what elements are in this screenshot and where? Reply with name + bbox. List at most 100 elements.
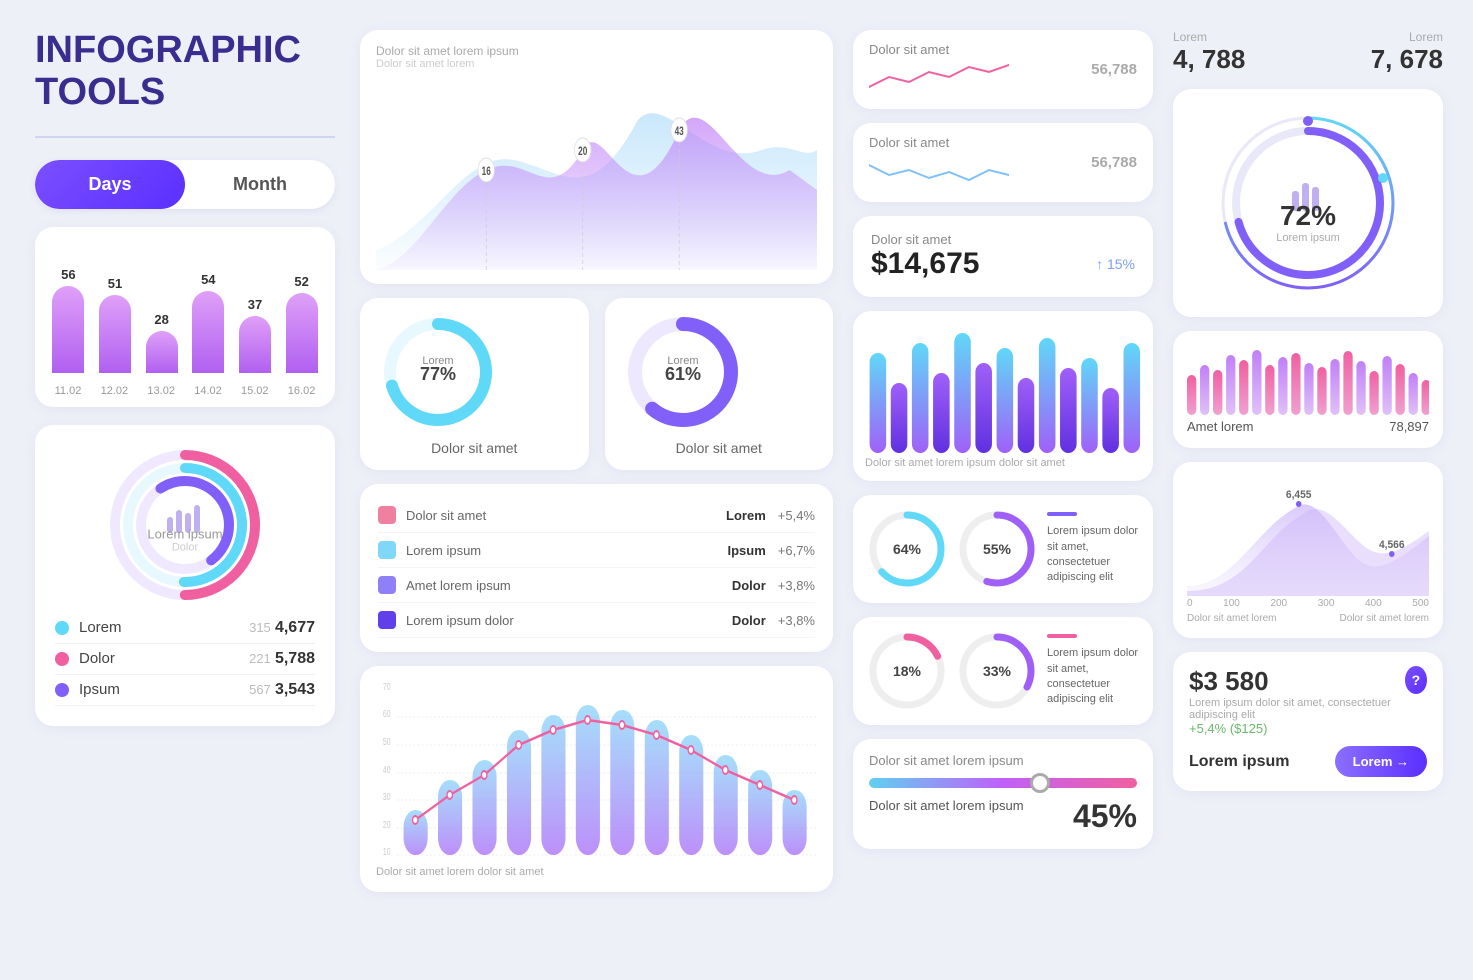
donut-wrapper: Lorem ipsum Dolor (105, 445, 265, 605)
circle-1: 64% (867, 509, 947, 589)
legend-color-box (378, 506, 396, 524)
money-desc: Lorem ipsum dolor sit amet, consectetuer… (1189, 697, 1405, 721)
mini-bar-card: Amet lorem 78,897 (1173, 331, 1443, 448)
legend-dot (55, 621, 69, 635)
stat-1: Lorem 4, 788 (1173, 30, 1245, 75)
bar-chart-section: 565128543752 11.0212.0213.0214.0215.0216… (35, 227, 335, 407)
slider-track[interactable] (869, 778, 1137, 788)
bar-item-4: 37 (239, 297, 271, 372)
svg-text:30: 30 (383, 791, 391, 803)
legend-label: Ipsum (79, 681, 245, 698)
bar-dates: 11.0212.0213.0214.0215.0216.02 (45, 381, 325, 397)
column-3: Dolor sit amet 56,788 Dolor sit amet 56,… (843, 20, 1163, 960)
days-button[interactable]: Days (35, 160, 185, 209)
donut-card-2: Lorem 61% Dolor sit amet (605, 298, 834, 470)
circles-row-2: 18% 33% Lorem ipsum dolor sit amet, cons… (853, 617, 1153, 725)
donut-center: Lorem ipsum Dolor (147, 496, 222, 553)
slider-thumb[interactable] (1030, 773, 1050, 793)
vertical-bars-card: Dolor sit amet lorem ipsum dolor sit ame… (853, 311, 1153, 481)
column-2: Dolor sit amet lorem ipsum Dolor sit ame… (350, 20, 843, 960)
svg-text:16: 16 (482, 166, 491, 179)
legend-val: 5,788 (275, 650, 315, 668)
donut-main-sub: Dolor (147, 541, 222, 553)
area-chart-label: Dolor sit amet lorem ipsum (376, 44, 817, 58)
donut-section: Lorem ipsum Dolor Lorem 315 4,677 Dolor … (35, 425, 335, 726)
stat-row: Lorem 4, 788 Lorem 7, 678 (1173, 30, 1443, 75)
big-stat-change: ↑ 15% (1096, 256, 1135, 272)
lt-percent: +6,7% (778, 543, 815, 558)
donut-card-2-label: Dolor sit amet (623, 440, 816, 456)
big-stat-label: Dolor sit amet (871, 232, 1135, 247)
donut-card-1-label: Dolor sit amet (378, 440, 571, 456)
slider-card: Dolor sit amet lorem ipsum Dolor sit ame… (853, 739, 1153, 849)
area-chart-card: Dolor sit amet lorem ipsum Dolor sit ame… (360, 30, 833, 284)
stat-1-value: 4, 788 (1173, 44, 1245, 75)
legend-table-row: Dolor sit amet Lorem +5,4% (378, 498, 815, 533)
mb-value: 78,897 (1389, 419, 1429, 434)
area2-x-labels: 0100200300400500 (1187, 598, 1429, 609)
circle-desc-1: Lorem ipsum dolor sit amet, consectetuer… (1047, 509, 1139, 589)
money-value: $3 580 (1189, 666, 1405, 697)
svg-text:61%: 61% (664, 364, 700, 384)
big-stat-value: $14,675 (871, 247, 979, 281)
lt-bold: Dolor (732, 578, 766, 593)
line-card-1-label: Dolor sit amet (869, 42, 1091, 57)
donut-legend: Lorem 315 4,677 Dolor 221 5,788 Ipsum 56… (55, 613, 315, 706)
svg-text:20: 20 (578, 146, 587, 159)
legend-table-row: Lorem ipsum Ipsum +6,7% (378, 533, 815, 568)
slider-percent: 45% (1073, 798, 1137, 835)
svg-text:40: 40 (383, 764, 391, 776)
legend-table: Dolor sit amet Lorem +5,4% Lorem ipsum I… (360, 484, 833, 652)
money-top: $3 580 Lorem ipsum dolor sit amet, conse… (1189, 666, 1427, 736)
slider-sub: Dolor sit amet lorem ipsum (869, 798, 1024, 835)
app-title: INFOGRAPHIC TOOLS (35, 30, 335, 114)
stat-2: Lorem 7, 678 (1371, 30, 1443, 75)
bar-row: 565128543752 (45, 243, 325, 373)
big-stat-card: Dolor sit amet $14,675 ↑ 15% (853, 216, 1153, 297)
stat-1-label: Lorem (1173, 30, 1245, 44)
legend-val: 4,677 (275, 619, 315, 637)
legend-row-ipsum: Ipsum 567 3,543 (55, 675, 315, 706)
svg-text:55%: 55% (983, 541, 1012, 557)
slider-footer: Dolor sit amet lorem ipsum 45% (869, 798, 1137, 835)
legend-table-row: Amet lorem ipsum Dolor +3,8% (378, 568, 815, 603)
svg-text:70: 70 (383, 681, 391, 693)
line-card-2: Dolor sit amet 56,788 (853, 123, 1153, 202)
svg-text:50: 50 (383, 736, 391, 748)
svg-text:20: 20 (383, 819, 391, 831)
lt-percent: +3,8% (778, 613, 815, 628)
svg-text:6,455: 6,455 (1286, 489, 1312, 501)
line-card-2-value: 56,788 (1091, 154, 1137, 171)
money-change: +5,4% ($125) (1189, 721, 1405, 736)
circle-desc-2: Lorem ipsum dolor sit amet, consectetuer… (1047, 631, 1139, 711)
money-left: $3 580 Lorem ipsum dolor sit amet, conse… (1189, 666, 1405, 736)
bar-item-2: 28 (146, 312, 178, 373)
question-button[interactable]: ? (1405, 666, 1427, 694)
donut-main-title: Lorem ipsum (147, 526, 222, 541)
lt-label: Dolor sit amet (406, 508, 726, 523)
toggle-bar: Days Month (35, 160, 335, 209)
mb-footer: Amet lorem 78,897 (1187, 419, 1429, 434)
legend-row-dolor: Dolor 221 5,788 (55, 644, 315, 675)
svg-text:77%: 77% (420, 364, 456, 384)
legend-mid: 315 (245, 620, 275, 635)
legend-mid: 567 (245, 682, 275, 697)
area2-footlabels: Dolor sit amet lorem Dolor sit amet lore… (1187, 613, 1429, 624)
bar-item-5: 52 (286, 274, 318, 372)
lt-percent: +3,8% (778, 578, 815, 593)
donut-row: Lorem 77% Dolor sit amet Lorem 61% Dolor… (360, 298, 833, 470)
column-1: INFOGRAPHIC TOOLS Days Month 56512854375… (20, 20, 350, 960)
money-card: $3 580 Lorem ipsum dolor sit amet, conse… (1173, 652, 1443, 791)
legend-color-box (378, 611, 396, 629)
lt-bold: Ipsum (727, 543, 765, 558)
legend-color-box (378, 541, 396, 559)
svg-text:18%: 18% (893, 663, 922, 679)
legend-val: 3,543 (275, 681, 315, 699)
month-button[interactable]: Month (185, 160, 335, 209)
svg-text:Lorem ipsum: Lorem ipsum (1276, 232, 1340, 244)
bar-item-1: 51 (99, 276, 131, 373)
lorem-label: Lorem ipsum (1189, 753, 1289, 771)
legend-dot (55, 683, 69, 697)
legend-color-box (378, 576, 396, 594)
lorem-btn[interactable]: Lorem → (1335, 746, 1427, 777)
